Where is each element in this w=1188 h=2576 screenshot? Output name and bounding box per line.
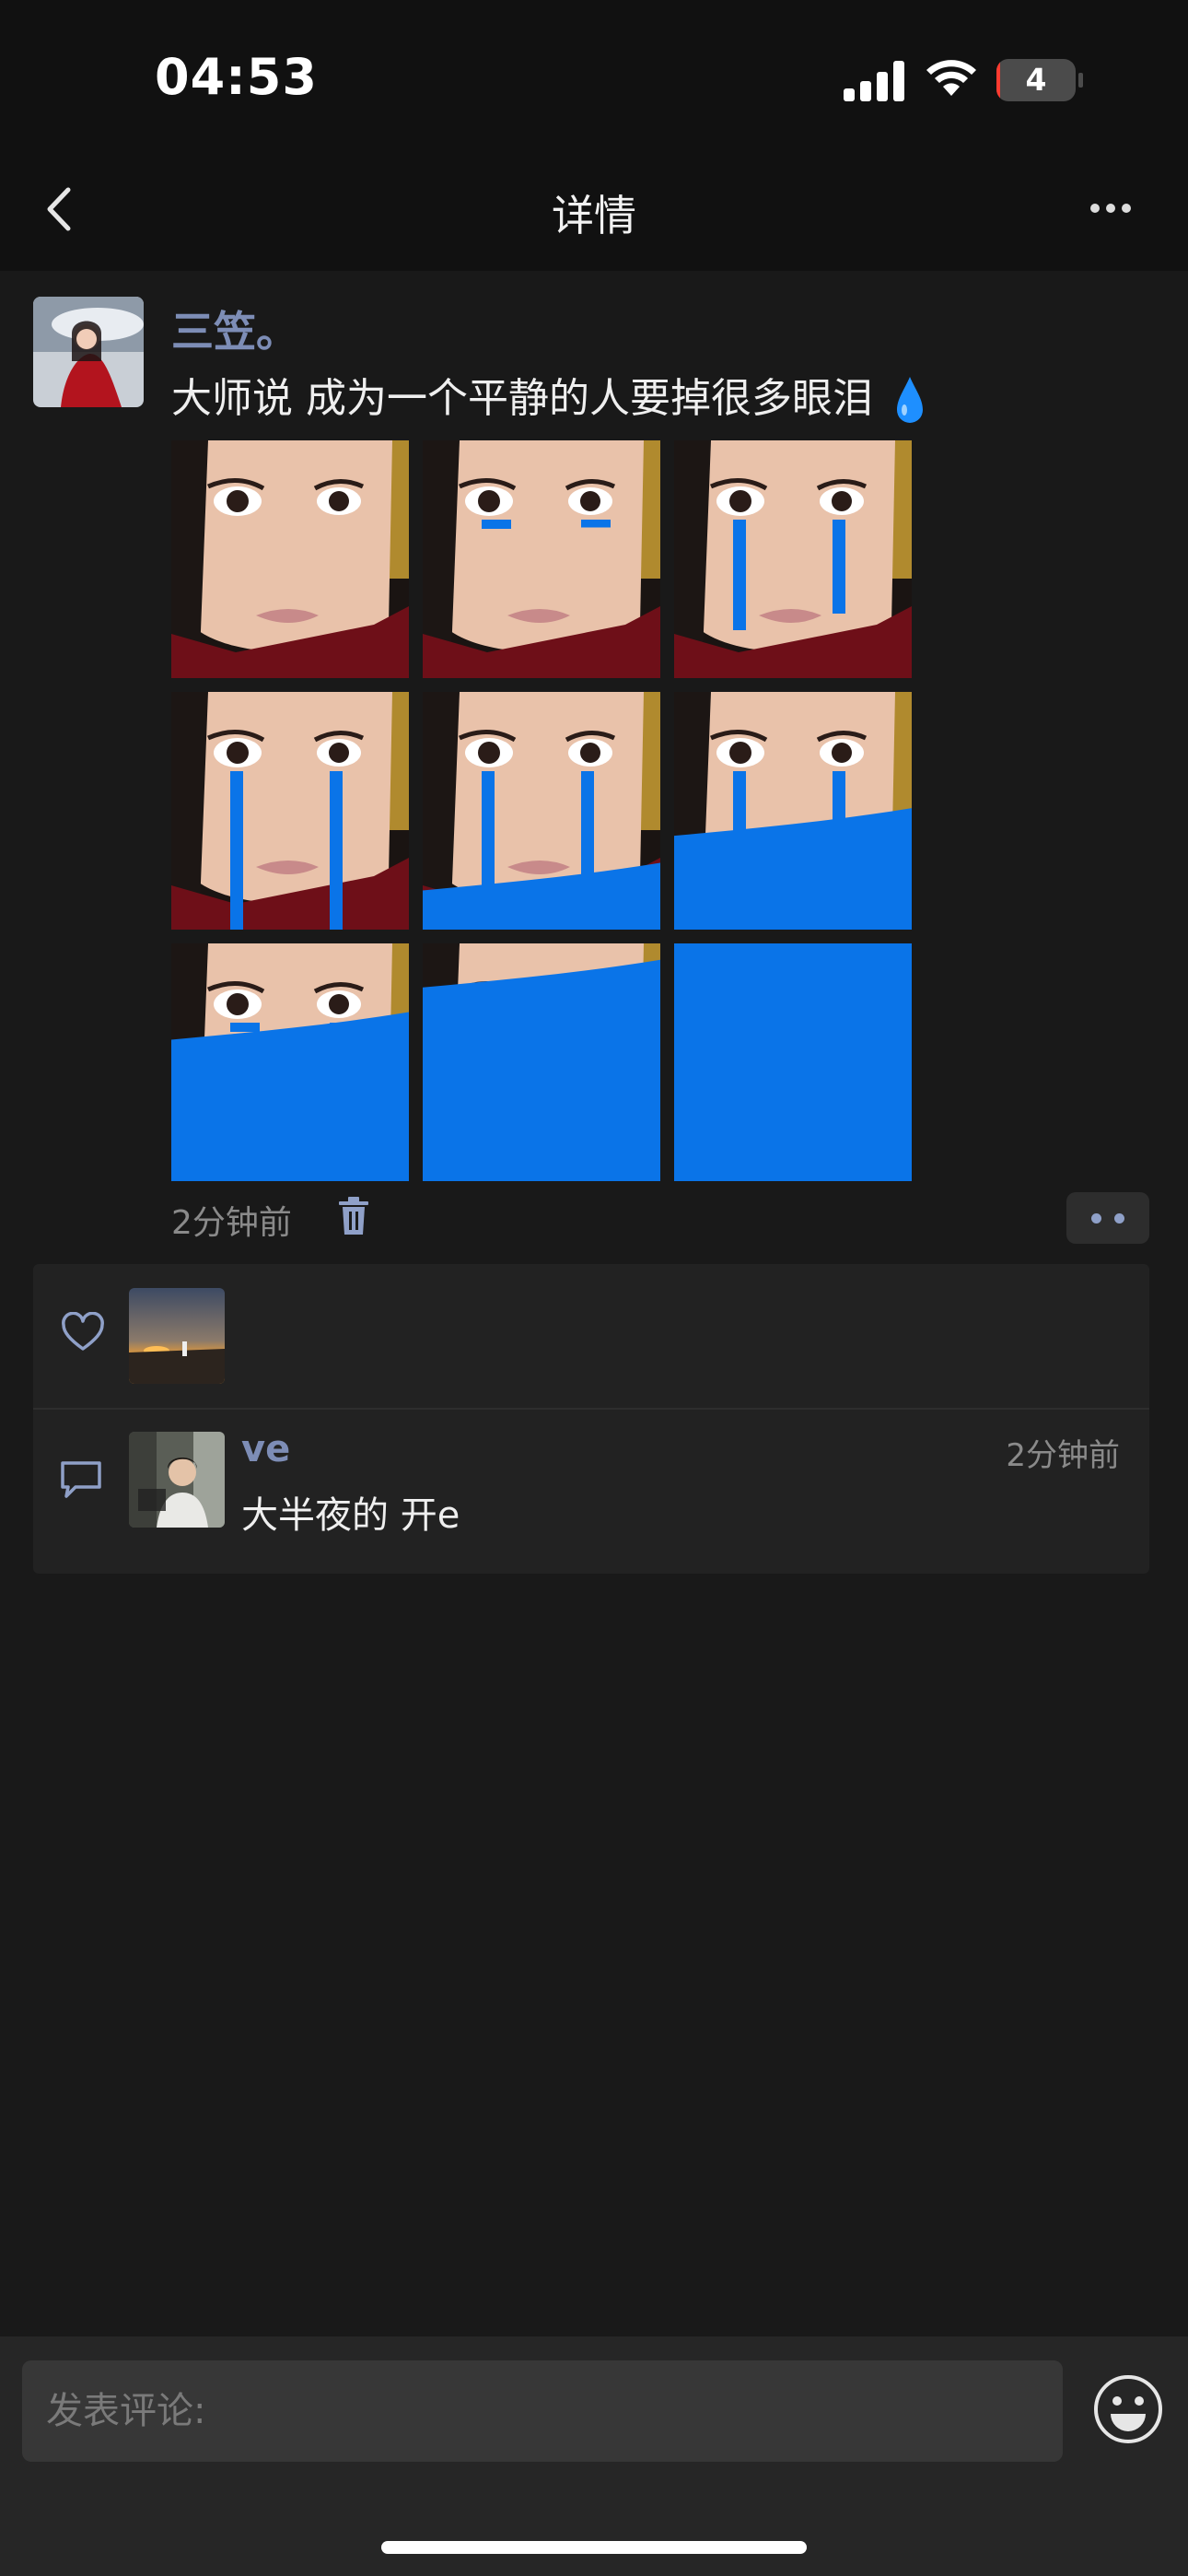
heart-icon	[62, 1312, 104, 1351]
comment-composer	[0, 2336, 1188, 2576]
author-avatar[interactable]	[33, 297, 144, 407]
man-avatar[interactable]	[129, 1432, 225, 1528]
comment-input[interactable]	[22, 2360, 1063, 2462]
comment-username[interactable]: ve	[241, 1428, 290, 1470]
comment-text: 大半夜的 开e	[241, 1494, 460, 1537]
post-time: 2分钟前	[171, 1204, 292, 1242]
trash-icon[interactable]	[337, 1196, 370, 1236]
wifi-icon	[926, 60, 976, 96]
like-comment-menu-button[interactable]	[1066, 1192, 1149, 1244]
ellipsis-icon[interactable]	[1085, 188, 1136, 228]
interaction-panel: ve 2分钟前 大半夜的 开e	[33, 1264, 1149, 1574]
battery-icon: 4	[996, 59, 1083, 101]
app-screen: 04:53 4 详情 三笠。 大师说 成为一个平静的人要掉很多眼泪 2分钟前 v…	[0, 0, 1188, 2576]
post-image[interactable]	[423, 943, 660, 1181]
page-title: 详情	[552, 191, 636, 240]
status-bar: 04:53 4	[0, 0, 1188, 147]
droplet-icon	[897, 377, 923, 423]
battery-level: 4	[1025, 62, 1047, 98]
post-text: 大师说 成为一个平静的人要掉很多眼泪	[171, 365, 926, 427]
post-image[interactable]	[171, 943, 409, 1181]
post-image[interactable]	[171, 440, 409, 678]
status-time: 04:53	[155, 48, 318, 106]
nav-bar: 详情	[0, 147, 1188, 271]
comment-item[interactable]: ve 2分钟前 大半夜的 开e	[33, 1410, 1149, 1574]
smiley-icon[interactable]	[1092, 2373, 1164, 2445]
post-text-content: 大师说 成为一个平静的人要掉很多眼泪	[171, 375, 873, 422]
post-image[interactable]	[674, 440, 912, 678]
post-image[interactable]	[423, 692, 660, 930]
post-image[interactable]	[674, 943, 912, 1181]
home-indicator	[381, 2541, 807, 2554]
post-image[interactable]	[171, 692, 409, 930]
image-grid	[171, 440, 912, 1181]
post-image[interactable]	[674, 692, 912, 930]
comment-icon	[61, 1461, 101, 1498]
comment-time: 2分钟前	[1006, 1437, 1120, 1474]
cellular-signal-icon	[844, 59, 904, 101]
author-name[interactable]: 三笠。	[171, 299, 298, 359]
sunset-avatar[interactable]	[129, 1288, 225, 1384]
likes-row	[33, 1264, 1149, 1408]
post-image[interactable]	[423, 440, 660, 678]
